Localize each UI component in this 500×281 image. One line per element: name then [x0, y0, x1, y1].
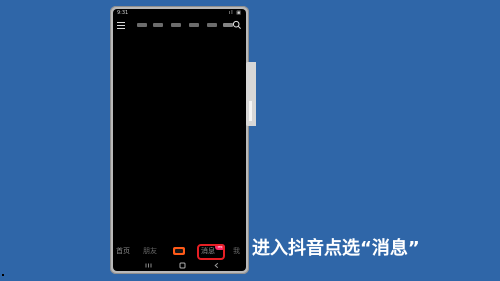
- blurred-top-tab[interactable]: [189, 23, 199, 27]
- system-navigation: [113, 262, 246, 270]
- menu-icon-line: [117, 28, 125, 29]
- home-button-icon[interactable]: [179, 262, 186, 269]
- scroll-thumb[interactable]: [249, 101, 252, 121]
- menu-icon-line: [117, 25, 125, 26]
- tab-me[interactable]: 我: [233, 247, 240, 256]
- top-navigation: [113, 19, 246, 33]
- phone-screen: 9:31 ıl ▣ 首页 朋友 消息 99 我: [113, 9, 246, 271]
- blurred-top-tab[interactable]: [207, 23, 217, 27]
- phone-frame: 9:31 ıl ▣ 首页 朋友 消息 99 我: [110, 6, 256, 274]
- menu-icon[interactable]: [117, 22, 125, 29]
- status-time: 9:31: [117, 10, 129, 16]
- recent-apps-icon[interactable]: [145, 262, 152, 269]
- status-icons: ıl ▣: [228, 10, 242, 16]
- messages-highlight: [197, 244, 225, 260]
- status-bar: 9:31 ıl ▣: [113, 9, 246, 18]
- tab-home[interactable]: 首页: [116, 247, 130, 256]
- back-icon[interactable]: [213, 262, 220, 269]
- tab-friends[interactable]: 朋友: [143, 247, 157, 256]
- corner-marker: [2, 274, 4, 276]
- instruction-caption: 进入抖音点选“消息”: [252, 238, 420, 259]
- blurred-top-tab[interactable]: [153, 23, 163, 27]
- blurred-top-tab[interactable]: [137, 23, 147, 27]
- search-icon[interactable]: [232, 20, 242, 30]
- menu-icon-line: [117, 22, 125, 23]
- create-video-button[interactable]: [173, 247, 185, 255]
- blurred-top-tab[interactable]: [171, 23, 181, 27]
- bottom-navigation: 首页 朋友 消息 99 我: [113, 244, 246, 260]
